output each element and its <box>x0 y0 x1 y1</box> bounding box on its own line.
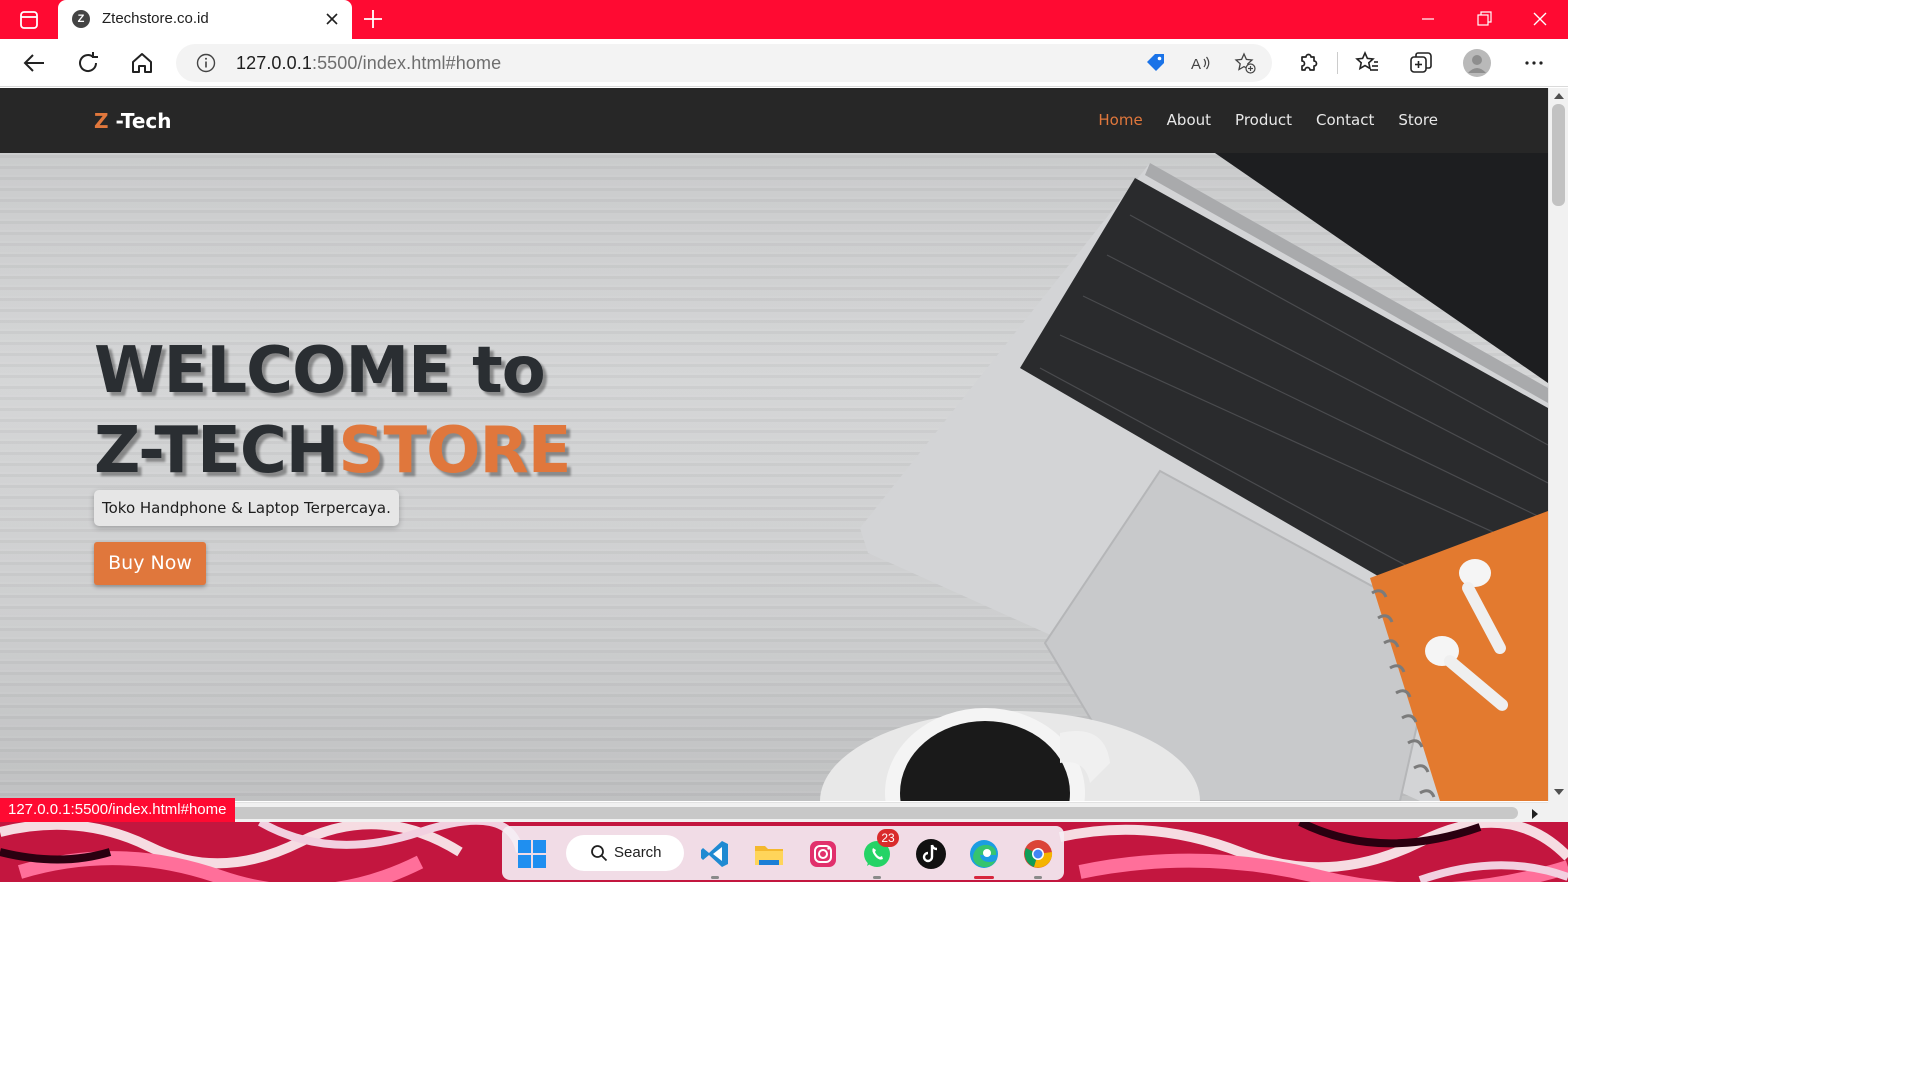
horizontal-scroll-thumb[interactable] <box>218 807 1518 819</box>
taskbar: Search 23 <box>0 822 1568 882</box>
headline-line-2: Z-TECHSTORE <box>94 411 572 491</box>
new-tab-icon[interactable] <box>362 8 384 30</box>
scroll-up-icon[interactable] <box>1553 91 1565 101</box>
close-tab-icon[interactable] <box>322 9 342 29</box>
nav-link-about[interactable]: About <box>1167 111 1211 129</box>
restore-icon[interactable] <box>1472 8 1496 30</box>
hero-section: WELCOME to Z-TECHSTORE Toko Handphone & … <box>0 153 1548 801</box>
whatsapp-badge: 23 <box>877 829 899 847</box>
back-icon[interactable] <box>20 49 48 77</box>
scroll-corner <box>1548 801 1568 822</box>
profile-avatar[interactable] <box>1462 48 1492 78</box>
hero-tagline: Toko Handphone & Laptop Terpercaya. <box>94 490 399 526</box>
nav-link-product[interactable]: Product <box>1235 111 1292 129</box>
site-info-icon[interactable] <box>196 53 216 73</box>
file-explorer-icon[interactable] <box>753 838 785 870</box>
hero-headline: WELCOME to Z-TECHSTORE <box>94 331 572 491</box>
favorites-icon[interactable] <box>1353 49 1381 77</box>
vertical-scroll-thumb[interactable] <box>1552 104 1565 206</box>
buy-now-button[interactable]: Buy Now <box>94 542 206 585</box>
scroll-down-icon[interactable] <box>1553 787 1565 797</box>
more-menu-icon[interactable] <box>1520 49 1548 77</box>
site-logo[interactable]: Z -Tech <box>94 109 171 133</box>
screen: Z Ztechstore.co.id 127.0.0.1:5500/index.… <box>0 0 1568 882</box>
collections-icon[interactable] <box>1407 49 1435 77</box>
taskbar-search[interactable]: Search <box>566 835 684 871</box>
extensions-icon[interactable] <box>1294 49 1322 77</box>
logo-accent: Z <box>94 109 109 133</box>
logo-text: -Tech <box>108 109 172 133</box>
browser-toolbar: 127.0.0.1:5500/index.html#home A <box>0 39 1568 87</box>
tiktok-icon[interactable] <box>915 838 947 870</box>
close-window-icon[interactable] <box>1528 8 1552 30</box>
tab-strip: Z Ztechstore.co.id <box>0 0 1568 39</box>
status-bar-url: 127.0.0.1:5500/index.html#home <box>0 798 235 822</box>
chrome-icon[interactable] <box>1022 838 1054 870</box>
add-favorite-icon[interactable] <box>1234 52 1256 74</box>
scroll-right-icon[interactable] <box>1530 808 1540 820</box>
search-icon <box>591 845 608 862</box>
taskbar-dock: Search 23 <box>502 826 1064 880</box>
taskbar-search-label: Search <box>614 844 662 861</box>
headline-brand-orange: STORE <box>338 414 571 488</box>
site-navbar: Z -Tech Home About Product Contact Store <box>0 88 1548 153</box>
site-favicon-icon: Z <box>72 10 90 28</box>
address-bar[interactable]: 127.0.0.1:5500/index.html#home A <box>176 44 1272 82</box>
nav-link-store[interactable]: Store <box>1398 111 1438 129</box>
read-aloud-icon[interactable]: A <box>1190 52 1212 74</box>
toolbar-separator <box>1337 52 1338 74</box>
refresh-icon[interactable] <box>74 49 102 77</box>
instagram-icon[interactable] <box>807 838 839 870</box>
tab-actions-icon[interactable] <box>14 9 44 31</box>
chrome-running-indicator <box>1034 876 1042 879</box>
home-icon[interactable] <box>128 49 156 77</box>
start-windows-icon[interactable] <box>516 838 548 870</box>
page-viewport: Z -Tech Home About Product Contact Store <box>0 88 1548 801</box>
nav-menu: Home About Product Contact Store <box>1098 111 1438 129</box>
vscode-icon[interactable] <box>699 838 731 870</box>
url-path: :5500/index.html#home <box>311 53 502 73</box>
shopping-tag-icon[interactable] <box>1144 52 1166 74</box>
headline-line-1: WELCOME to <box>94 334 546 408</box>
vertical-scrollbar[interactable] <box>1548 88 1568 801</box>
nav-link-contact[interactable]: Contact <box>1316 111 1374 129</box>
whatsapp-running-indicator <box>873 876 881 879</box>
tab-title: Ztechstore.co.id <box>102 10 209 27</box>
headline-brand-dark: Z-TECH <box>94 414 339 488</box>
svg-text:A: A <box>1191 56 1201 73</box>
nav-link-home[interactable]: Home <box>1098 111 1142 129</box>
minimize-icon[interactable] <box>1416 8 1440 30</box>
active-tab[interactable]: Z Ztechstore.co.id <box>58 0 352 39</box>
vscode-running-indicator <box>711 876 719 879</box>
edge-active-indicator <box>974 876 994 879</box>
edge-icon[interactable] <box>968 838 1000 870</box>
url-text[interactable]: 127.0.0.1:5500/index.html#home <box>236 53 501 74</box>
url-host: 127.0.0.1 <box>236 53 312 73</box>
